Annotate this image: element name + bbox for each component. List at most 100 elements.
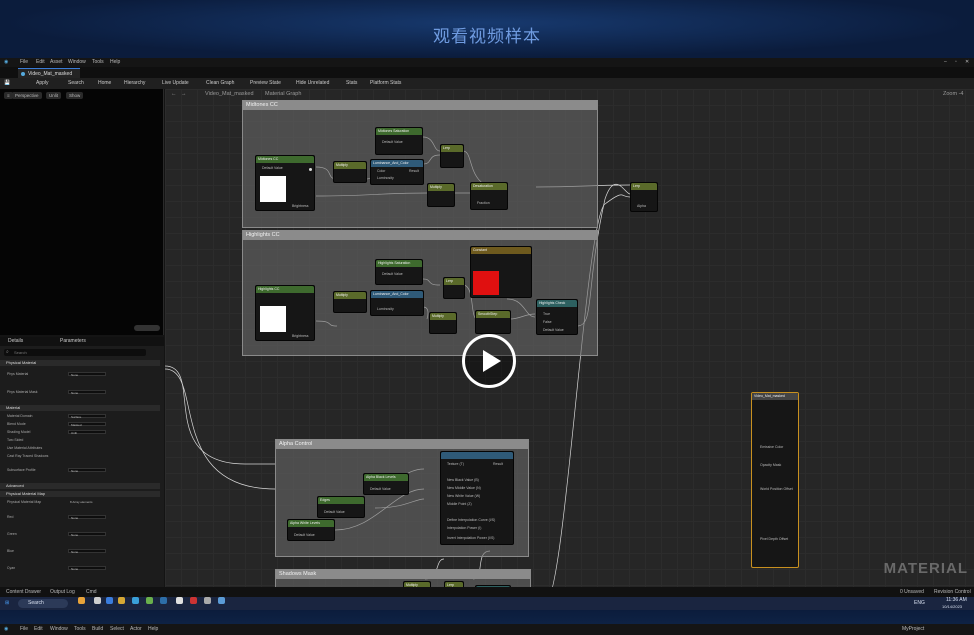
- node-desaturation[interactable]: Desaturation Fraction: [470, 182, 508, 210]
- node-material-output[interactable]: Video_Mat_masked Emissive Color Opacity …: [751, 392, 799, 568]
- preview-viewport[interactable]: ≡ Perspective Unlit Show: [0, 89, 164, 335]
- tab-details[interactable]: Details: [8, 337, 23, 346]
- prop-value[interactable]: None: [68, 566, 106, 571]
- stats-button[interactable]: Stats: [346, 78, 357, 89]
- menu-edit[interactable]: Edit: [34, 624, 43, 635]
- node-constant-red[interactable]: Constant: [470, 246, 532, 298]
- node-edges[interactable]: Edges Default Value: [317, 496, 365, 518]
- node-multiply-1[interactable]: Multiply: [333, 161, 367, 183]
- prop-label: Blend Mode: [7, 422, 26, 426]
- menu-build[interactable]: Build: [92, 624, 103, 635]
- node-smoothstep[interactable]: SmoothStep: [475, 310, 511, 334]
- node-luminance-color-2[interactable]: Luminance_And_Color Luminosity: [370, 290, 424, 316]
- tab-parameters[interactable]: Parameters: [60, 337, 86, 346]
- prop-value[interactable]: None: [68, 372, 106, 377]
- taskbar-app-icon[interactable]: [132, 597, 139, 604]
- prop-value[interactable]: None: [68, 549, 106, 554]
- taskbar-app-icon[interactable]: [106, 597, 113, 604]
- node-lerp-final[interactable]: Lerp Alpha: [630, 182, 658, 212]
- home-button[interactable]: Home: [98, 78, 111, 89]
- section-advanced[interactable]: Advanced: [0, 483, 160, 489]
- node-midtones-saturation[interactable]: Midtones Saturation Default Value: [375, 127, 423, 155]
- section-physical-material-map[interactable]: Physical Material Map: [0, 491, 160, 497]
- node-multiply-2[interactable]: Multiply: [427, 183, 455, 207]
- details-search-input[interactable]: ⌕ Search: [4, 349, 146, 356]
- windows-start-icon[interactable]: ⊞: [5, 597, 9, 610]
- taskbar-app-icon[interactable]: [78, 597, 85, 604]
- taskbar-app-icon[interactable]: [190, 597, 197, 604]
- section-physical-material[interactable]: Physical Material: [0, 360, 160, 366]
- live-update-button[interactable]: Live Update: [162, 78, 189, 89]
- taskbar-app-icon[interactable]: [118, 597, 125, 604]
- node-luminance-color[interactable]: Luminance_And_Color Color Luminosity Res…: [370, 159, 424, 185]
- menu-tools[interactable]: Tools: [74, 624, 86, 635]
- maximize-icon[interactable]: ▫: [955, 58, 957, 67]
- menu-select[interactable]: Select: [110, 624, 124, 635]
- pin-label: Middle Point (Z): [447, 502, 472, 506]
- prop-value[interactable]: Masked: [68, 422, 106, 427]
- output-pin[interactable]: [309, 168, 312, 171]
- menu-help[interactable]: Help: [110, 58, 120, 67]
- taskbar-search[interactable]: Search: [18, 599, 68, 608]
- taskbar-app-icon[interactable]: [146, 597, 153, 604]
- menu-file[interactable]: File: [20, 58, 28, 67]
- prop-value[interactable]: None: [68, 515, 106, 520]
- platform-stats-button[interactable]: Platform Stats: [370, 78, 401, 89]
- language-indicator[interactable]: ENG: [914, 597, 925, 610]
- node-highlights-saturation[interactable]: Highlights Saturation Default Value: [375, 259, 423, 285]
- pin-label: Luminosity: [377, 176, 394, 180]
- menu-help[interactable]: Help: [148, 624, 158, 635]
- tab-video-mat-masked[interactable]: Video_Mat_masked: [18, 68, 80, 78]
- hide-unrelated-button[interactable]: Hide Unrelated: [296, 78, 329, 89]
- node-highlights-check[interactable]: Highlights Check True False Default Valu…: [536, 299, 578, 335]
- search-button[interactable]: Search: [68, 78, 84, 89]
- apply-button[interactable]: Apply: [36, 78, 49, 89]
- menu-edit[interactable]: Edit: [36, 58, 45, 67]
- menu-asset[interactable]: Asset: [50, 58, 63, 67]
- hierarchy-button[interactable]: Hierarchy: [124, 78, 145, 89]
- taskbar-app-icon[interactable]: [160, 597, 167, 604]
- video-banner: 观看视频样本: [0, 0, 974, 58]
- unlit-button[interactable]: Unlit: [46, 92, 62, 99]
- prop-value[interactable]: Unlit: [68, 430, 106, 435]
- material-graph-canvas[interactable]: ← → Video_Mat_masked Material Graph Zoom…: [165, 89, 974, 629]
- taskbar-app-icon[interactable]: [176, 597, 183, 604]
- taskbar-app-icon[interactable]: [94, 597, 101, 604]
- taskbar-app-icon[interactable]: [204, 597, 211, 604]
- node-multiply-3[interactable]: Multiply: [333, 291, 367, 313]
- node-alpha-white-levels[interactable]: Alpha White Levels Default Value: [287, 519, 335, 541]
- save-button[interactable]: 💾: [4, 78, 10, 89]
- minimize-icon[interactable]: –: [944, 58, 947, 67]
- node-levels-function[interactable]: Texture (T) Result New Black Value (B) N…: [440, 451, 514, 545]
- menu-actor[interactable]: Actor: [130, 624, 142, 635]
- node-lerp-1[interactable]: Lerp: [440, 144, 464, 168]
- pin-label: Alpha: [637, 204, 646, 208]
- project-name: MyProject: [902, 626, 925, 632]
- prop-value[interactable]: Surface: [68, 414, 106, 419]
- perspective-button[interactable]: Perspective: [12, 92, 42, 99]
- node-title: Luminance_And_Color: [371, 291, 423, 298]
- menu-tools[interactable]: Tools: [92, 58, 104, 67]
- menu-window[interactable]: Window: [50, 624, 68, 635]
- preview-shape-buttons[interactable]: [134, 325, 160, 331]
- play-video-button[interactable]: [462, 334, 516, 388]
- windows-taskbar: ⊞ Search ENG 11:36 AM 10/14/2023: [0, 597, 974, 610]
- menu-file[interactable]: File: [20, 624, 28, 635]
- node-highlights-color[interactable]: Highlights CC Brightness: [255, 285, 315, 341]
- menu-window[interactable]: Window: [68, 58, 86, 67]
- node-alpha-black-levels[interactable]: Alpha Black Levels Default Value: [363, 473, 409, 495]
- show-button[interactable]: Show: [66, 92, 84, 99]
- node-lerp-2[interactable]: Lerp: [443, 277, 465, 299]
- section-material[interactable]: Material: [0, 405, 160, 411]
- clock-date[interactable]: 10/14/2023: [942, 603, 962, 610]
- prop-value[interactable]: None: [68, 390, 106, 395]
- close-icon[interactable]: ✕: [965, 58, 969, 67]
- prop-value[interactable]: None: [68, 532, 106, 537]
- taskbar-app-icon[interactable]: [218, 597, 225, 604]
- clean-graph-button[interactable]: Clean Graph: [206, 78, 234, 89]
- preview-state-button[interactable]: Preview State: [250, 78, 281, 89]
- node-multiply-4[interactable]: Multiply: [429, 312, 457, 334]
- prop-value[interactable]: None: [68, 468, 106, 473]
- search-placeholder: Search: [14, 350, 27, 355]
- node-midtones-color[interactable]: Midtones CC Default Value Brightness: [255, 155, 315, 211]
